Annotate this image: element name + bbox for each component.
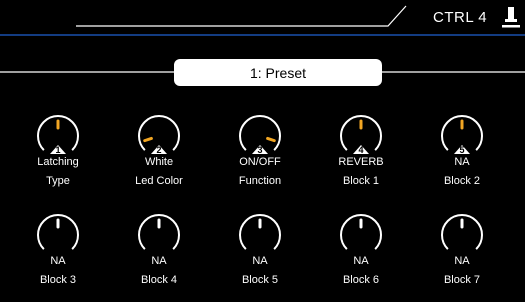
knob-1[interactable]: 1 Latching Type	[13, 113, 103, 203]
header-slanted-line	[76, 5, 407, 27]
knob-label-primary: NA	[454, 156, 470, 168]
knob-labels: NA Block 3	[13, 252, 103, 290]
knob-label-primary: NA	[50, 255, 66, 267]
knob-label-secondary: Function	[238, 175, 282, 187]
knob-label-secondary: Type	[46, 175, 70, 187]
knob-dial-icon: 4	[340, 115, 382, 155]
knob-labels: ON/OFF Function	[215, 153, 305, 191]
knob-label-secondary: Block 1	[342, 175, 380, 187]
knob-labels: NA Block 2	[417, 153, 507, 191]
knob-label-secondary: Block 6	[342, 274, 380, 286]
knob-labels: REVERB Block 1	[316, 153, 406, 191]
knob-dial-icon: 3	[239, 115, 281, 155]
footswitch-icon	[502, 7, 520, 28]
knob-dial-icon	[138, 214, 180, 250]
knob-label-primary: NA	[454, 255, 470, 267]
knob-dial-icon	[340, 214, 382, 250]
knob-label-primary: NA	[353, 255, 369, 267]
knob-label-primary: ON/OFF	[239, 156, 281, 168]
ctrl-label: CTRL 4	[433, 9, 488, 26]
knob-8[interactable]: NA Block 5	[215, 212, 305, 302]
knob-labels: NA Block 5	[215, 252, 305, 290]
knob-labels: NA Block 4	[114, 252, 204, 290]
knob-label-secondary: Block 7	[443, 274, 481, 286]
knob-labels: NA Block 6	[316, 252, 406, 290]
knob-label-primary: REVERB	[338, 156, 384, 168]
knob-5[interactable]: 5 NA Block 2	[417, 113, 507, 203]
knob-dial-icon	[441, 214, 483, 250]
knob-labels: Latching Type	[13, 153, 103, 191]
knob-label-secondary: Block 5	[241, 274, 279, 286]
knob-4[interactable]: 4 REVERB Block 1	[316, 113, 406, 203]
knob-2[interactable]: 2 White Led Color	[114, 113, 204, 203]
knob-label-secondary: Block 2	[443, 175, 481, 187]
preset-label: 1: Preset	[249, 64, 307, 81]
knob-labels: White Led Color	[114, 153, 204, 191]
knob-9[interactable]: NA Block 6	[316, 212, 406, 302]
knob-dial-icon	[239, 214, 281, 250]
knob-label-primary: White	[144, 156, 174, 168]
preset-selector[interactable]: 1: Preset	[174, 59, 382, 86]
knob-label-secondary: Block 4	[140, 274, 178, 286]
knob-6[interactable]: NA Block 3	[13, 212, 103, 302]
knob-label-primary: NA	[252, 255, 268, 267]
knob-dial-icon	[37, 214, 79, 250]
knob-indicator	[266, 136, 276, 143]
knob-10[interactable]: NA Block 7	[417, 212, 507, 302]
knob-dial-icon: 2	[138, 115, 180, 155]
knob-7[interactable]: NA Block 4	[114, 212, 204, 302]
knob-labels: NA Block 7	[417, 252, 507, 290]
knob-label-secondary: Block 3	[39, 274, 77, 286]
knob-dial-icon: 1	[37, 115, 79, 155]
knob-3[interactable]: 3 ON/OFF Function	[215, 113, 305, 203]
knob-label-primary: Latching	[37, 156, 79, 168]
knob-dial-icon: 5	[441, 115, 483, 155]
knob-label-secondary: Led Color	[135, 175, 183, 187]
knob-indicator	[143, 136, 153, 143]
knob-label-primary: NA	[151, 255, 167, 267]
